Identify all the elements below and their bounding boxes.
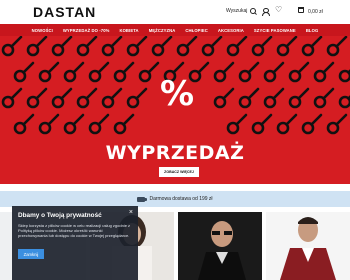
truck-icon	[137, 196, 148, 202]
model-photo-man-suit	[266, 212, 350, 280]
user-icon[interactable]	[262, 8, 270, 16]
site-header: DASTAN Wyszukaj ♡ 0,00 zł	[0, 0, 350, 24]
cookie-title: Dbamy o Twoją prywatność	[18, 212, 102, 219]
shipping-text: Darmowa dostawa od 199 zł	[149, 196, 213, 202]
logo[interactable]: DASTAN	[33, 4, 96, 20]
sale-headline: WYPRZEDAŻ	[105, 142, 245, 164]
search-button[interactable]: Wyszukaj	[226, 8, 257, 14]
nav-item-mezczyzna[interactable]: Mężczyzna	[149, 28, 176, 33]
nav-item-akcesoria[interactable]: Akcesoria	[218, 28, 244, 33]
nav-item-wyprzedaz[interactable]: Wyprzedaż do -70%	[63, 28, 110, 33]
cookie-consent-box: Dbamy o Twoją prywatność × Sklep korzyst…	[12, 206, 138, 280]
search-icon	[250, 8, 257, 14]
nav-item-blog[interactable]: Blog	[306, 28, 319, 33]
model-photo-man-sunglasses	[178, 212, 262, 280]
product-tile[interactable]	[266, 212, 350, 280]
search-label: Wyszukaj	[226, 8, 248, 14]
nav-item-kobieta[interactable]: Kobieta	[119, 28, 138, 33]
main-nav: Nowości Wyprzedaż do -70% Kobieta Mężczy…	[0, 24, 350, 36]
close-icon[interactable]: ×	[129, 209, 133, 216]
product-tile[interactable]	[178, 212, 262, 280]
see-more-button[interactable]: Zobacz więcej	[159, 167, 199, 177]
heart-icon[interactable]: ♡	[275, 6, 282, 14]
nav-item-szycie[interactable]: Szycie pasowane	[254, 28, 296, 33]
cookie-accept-button[interactable]: Zamknij	[18, 249, 44, 259]
cart-icon[interactable]	[298, 7, 304, 13]
free-shipping-bar: Darmowa dostawa od 199 zł	[0, 191, 350, 207]
nav-item-nowosci[interactable]: Nowości	[32, 28, 53, 33]
cart-total[interactable]: 0,00 zł	[308, 9, 323, 15]
cookie-text: Sklep korzysta z plików cookie w celu re…	[18, 223, 131, 239]
percent-symbol: %	[159, 74, 195, 114]
nav-item-chlopiec[interactable]: Chłopiec	[185, 28, 207, 33]
